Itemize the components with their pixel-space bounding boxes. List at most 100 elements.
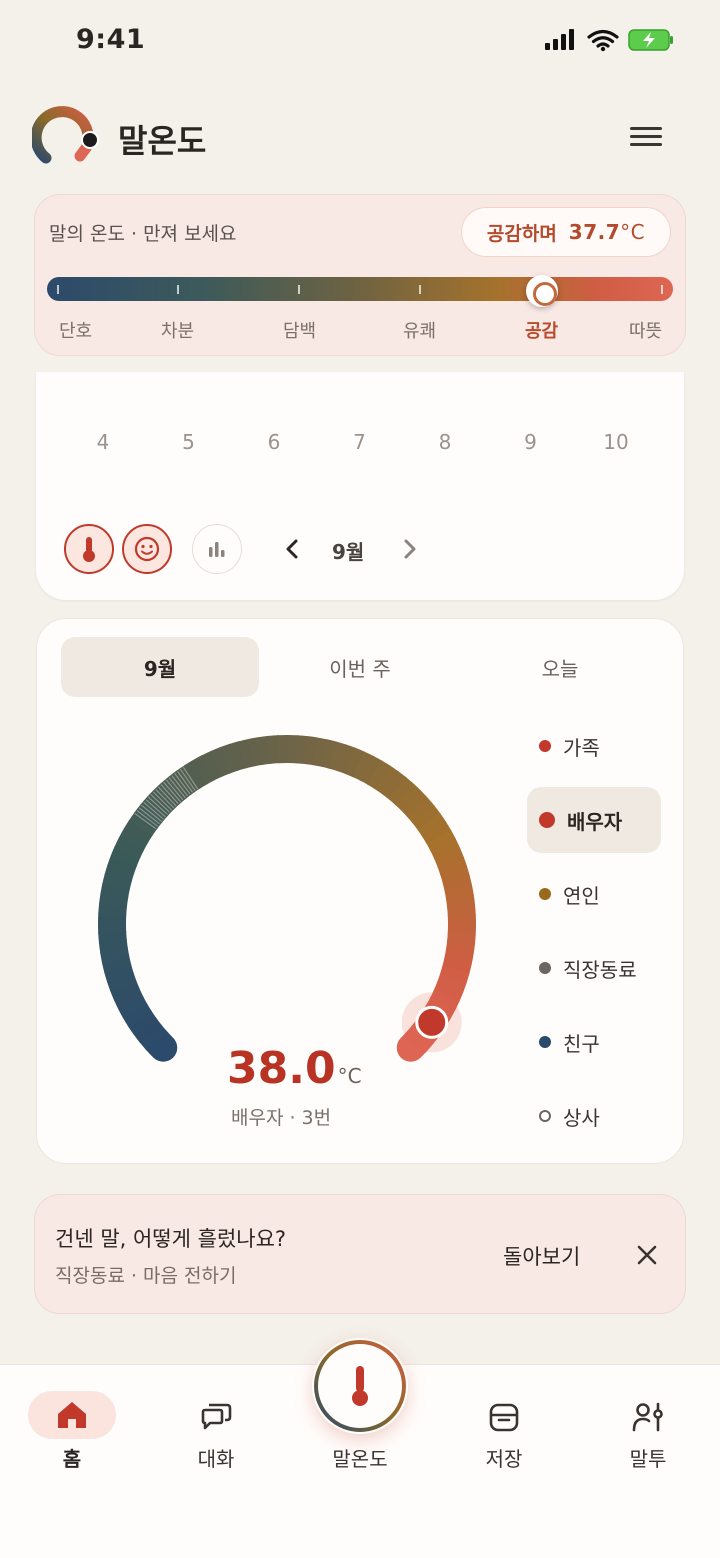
bar-chart-icon (209, 542, 225, 557)
gauge-arc-segment (444, 884, 474, 901)
gauge-arc-segment (98, 902, 128, 916)
gauge-arc-segment (238, 738, 255, 769)
gauge-marker (415, 1005, 449, 1039)
gauge-arc-segment (445, 940, 475, 956)
gauge-arc-segment (360, 755, 383, 786)
tone-label: 공감하며 (486, 222, 557, 245)
gauge-arc-segment (400, 790, 429, 818)
relation-item[interactable]: 친구 (527, 1009, 661, 1075)
calendar-day[interactable]: 7 (340, 430, 380, 454)
relation-item[interactable]: 상사 (527, 1083, 661, 1149)
relation-item[interactable]: 가족 (527, 713, 661, 779)
home-icon (58, 1402, 86, 1428)
nav-label: 대화 (197, 1447, 235, 1471)
banner-subtitle: 직장동료 · 마음 전하기 (55, 1265, 237, 1287)
calendar-day[interactable]: 9 (511, 430, 551, 454)
gauge-arc-segment (374, 765, 400, 795)
scale-label[interactable]: 담백 (283, 317, 316, 343)
archive-icon (489, 1403, 519, 1432)
calendar-day[interactable]: 8 (425, 430, 465, 454)
relation-item[interactable]: 배우자 (527, 787, 661, 853)
scale-label[interactable]: 따뜻 (629, 317, 662, 343)
scale-label[interactable]: 유쾌 (403, 317, 436, 343)
banner-close-button[interactable] (631, 1239, 663, 1271)
gauge-arc-segment (447, 904, 476, 917)
menu-button[interactable] (624, 122, 668, 158)
gauge-arc-segment (446, 932, 476, 946)
gauge-arc-segment (442, 957, 472, 975)
temperature-filter-button[interactable] (64, 524, 114, 574)
gauge-arc-segment (127, 1010, 157, 1036)
relation-color-dot (539, 1110, 551, 1122)
review-button[interactable]: 돌아보기 (503, 1241, 580, 1271)
relation-item[interactable]: 연인 (527, 861, 661, 927)
gauge-arc-segment (440, 865, 470, 884)
tone-temperature: 37.7°C (568, 220, 646, 244)
gauge-arc-segment (101, 956, 132, 973)
nav-tone[interactable]: 말투 (576, 1365, 720, 1485)
gauge-arc-segment (446, 894, 476, 909)
gauge-arc-segment (110, 980, 140, 1001)
gauge-subtitle: 배우자 · 3번 (231, 1107, 332, 1129)
scale-label[interactable]: 차분 (161, 317, 194, 343)
prev-month-button[interactable] (278, 534, 308, 564)
relation-color-dot (539, 740, 551, 752)
gauge-arc-segment (436, 973, 467, 994)
slider-thumb[interactable] (525, 275, 558, 307)
gauge-arc-segment (344, 747, 366, 778)
period-tab[interactable]: 9월 (61, 637, 259, 697)
app-logo-icon (30, 106, 102, 168)
relation-label: 배우자 (567, 809, 623, 834)
calendar-card: 4 5 6 7 8 9 10 9월 (36, 372, 684, 600)
center-temperature-button[interactable] (312, 1338, 408, 1434)
gauge-arc-segment (123, 819, 153, 844)
gauge-arc-segment (367, 760, 392, 790)
gauge-arc-segment (100, 947, 130, 964)
gauge-arc-segment (437, 856, 468, 876)
status-icons (545, 26, 675, 56)
gauge-arc-segment (426, 829, 457, 853)
gauge-arc-segment (257, 735, 272, 765)
relation-item[interactable]: 직장동료 (527, 935, 661, 1001)
nav-saved[interactable]: 저장 (432, 1365, 576, 1485)
wifi-icon (587, 29, 619, 48)
nav-label: 홈 (62, 1447, 82, 1471)
gauge-arc-segment (412, 805, 441, 831)
calendar-day[interactable]: 10 (596, 430, 636, 454)
stats-filter-button[interactable] (192, 524, 242, 574)
scale-label[interactable]: 공감 (525, 317, 558, 343)
tone-temperature-pill[interactable]: 공감하며 37.7°C (461, 207, 671, 257)
gauge-arc-segment (434, 847, 464, 868)
gauge-arc-segment (406, 797, 435, 824)
gauge-arc-segment (336, 744, 357, 775)
calendar-day[interactable]: 6 (254, 430, 294, 454)
slider-track[interactable] (47, 277, 673, 301)
gauge-arc-segment (104, 864, 135, 883)
gauge-arc-segment (142, 1026, 178, 1062)
chevron-left-icon (286, 539, 298, 559)
gauge-arc-segment (228, 741, 247, 771)
gauge-arc-segment (433, 981, 464, 1003)
calendar-day[interactable]: 5 (169, 430, 209, 454)
gauge-arc-segment (98, 939, 128, 954)
mood-filter-button[interactable] (122, 524, 172, 574)
gauge-arc-segment (381, 771, 408, 800)
smiley-icon (134, 536, 160, 562)
gauge-arc-segment (430, 838, 461, 860)
relation-label: 친구 (563, 1031, 600, 1056)
next-month-button[interactable] (394, 534, 424, 564)
temperature-slider-card: 말의 온도 · 만져 보세요 공감하며 37.7°C 단호 차분 담백 유쾌 공감 따뜻 (34, 194, 686, 356)
gauge-value: 38.0 °C (227, 1043, 362, 1094)
gauge-arc-segment (107, 854, 138, 875)
chat-icon (201, 1403, 232, 1430)
period-tab[interactable]: 오늘 (461, 637, 659, 697)
gauge-arc-segment (110, 845, 141, 867)
gauge-arc-segment (113, 988, 144, 1010)
nav-chat[interactable]: 대화 (144, 1365, 288, 1485)
period-tab[interactable]: 이번 주 (261, 637, 459, 697)
gauge-arc-segment (320, 739, 338, 769)
nav-home[interactable]: 홈 (0, 1365, 144, 1485)
scale-label[interactable]: 단호 (59, 317, 92, 343)
calendar-day[interactable]: 4 (83, 430, 123, 454)
gauge-arc-segment (328, 741, 347, 772)
